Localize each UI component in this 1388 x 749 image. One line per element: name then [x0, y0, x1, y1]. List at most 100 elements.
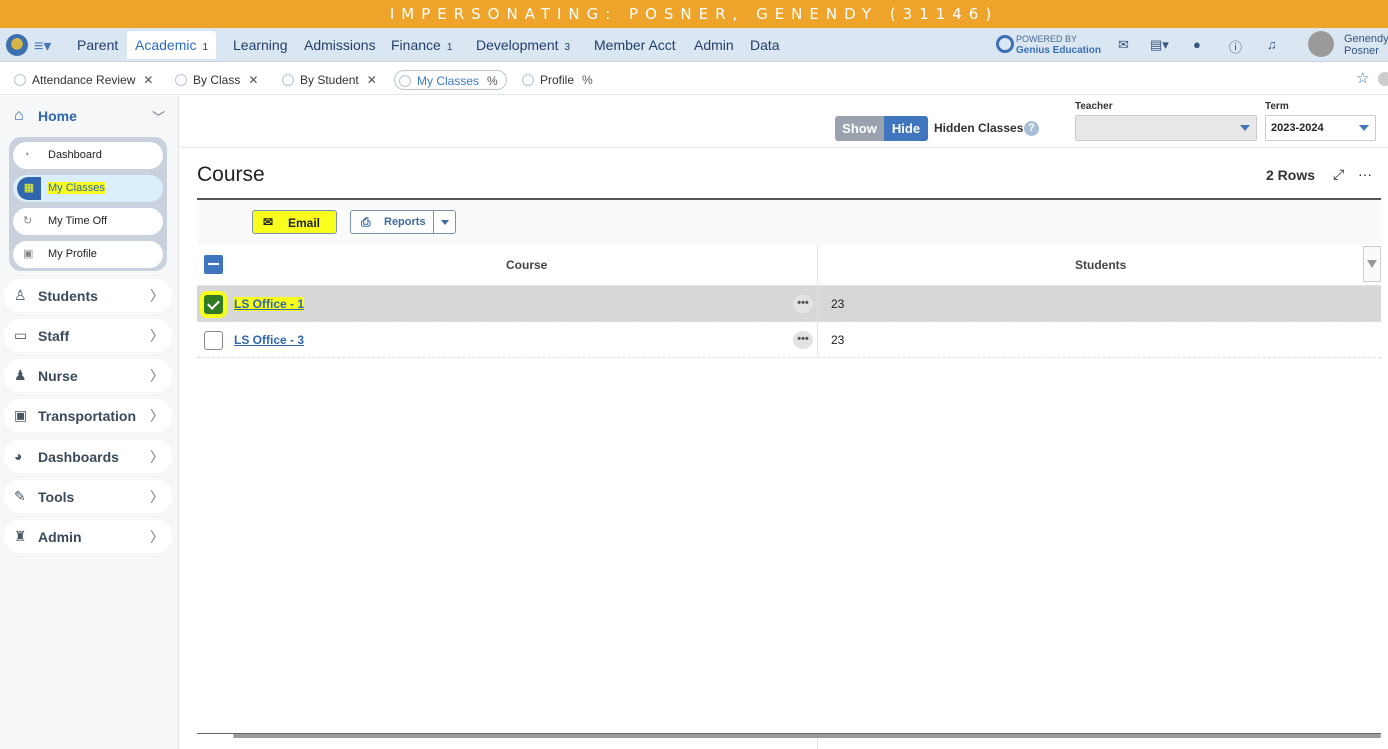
row-actions-icon[interactable]: ••• [793, 295, 813, 313]
tab-attendance-review[interactable]: Attendance Review ✕ [10, 70, 153, 90]
dashboards-icon: ◕ [14, 448, 23, 464]
sidebar-item-students[interactable]: ♙ Students 〉 [4, 279, 172, 312]
tab-icon [14, 74, 26, 86]
nav-parent[interactable]: Parent [69, 31, 126, 59]
tab-icon [175, 74, 187, 86]
filter-icon[interactable] [1363, 246, 1381, 282]
home-submenu: ◔ Dashboard ▦ My Classes ↻ My Time Off ▣ My … [9, 137, 167, 271]
tab-by-class[interactable]: By Class ✕ [171, 70, 258, 90]
close-icon[interactable]: ✕ [248, 73, 258, 87]
chevron-right-icon: 〉 [150, 408, 164, 424]
chevron-right-icon: 〉 [150, 328, 164, 344]
nav-finance[interactable]: Finance 1 [383, 31, 460, 59]
sidebar-home[interactable]: ⌂ Home ﹀ [4, 102, 172, 132]
bell-icon[interactable]: ♫ [1267, 37, 1277, 52]
more-options-icon[interactable]: ··· [1358, 166, 1372, 182]
chevron-right-icon: 〉 [150, 449, 164, 465]
printer-icon: ⎙ [361, 215, 371, 229]
course-link[interactable]: LS Office - 1 [234, 297, 305, 311]
tab-profile[interactable]: Profile% [518, 70, 593, 90]
school-logo-icon[interactable] [6, 34, 28, 56]
profile-icon: ▣ [23, 248, 34, 260]
dashboard-icon: ◔ [23, 149, 30, 161]
teacher-label: Teacher [1075, 101, 1113, 112]
nav-badge: 3 [564, 42, 571, 53]
sidebar-item-staff[interactable]: ▭ Staff 〉 [4, 319, 172, 352]
students-count: 23 [831, 333, 845, 347]
pin-icon[interactable]: % [487, 74, 498, 88]
column-header-students[interactable]: Students [1075, 258, 1126, 272]
term-select[interactable]: 2023-2024 [1265, 115, 1376, 141]
wrench-icon: ✎ [14, 488, 26, 504]
sidebar-item-nurse[interactable]: ♟ Nurse 〉 [4, 359, 172, 392]
reports-button[interactable]: ⎙ Reports [350, 210, 456, 234]
course-link[interactable]: LS Office - 3 [234, 333, 304, 347]
row-checkbox[interactable] [204, 295, 223, 314]
sidebar-item-my-classes[interactable]: ▦ My Classes [13, 175, 163, 202]
star-icon[interactable]: ☆ [1356, 69, 1369, 87]
help-icon[interactable]: ? [1024, 121, 1039, 136]
sidebar-item-dashboards[interactable]: ◕ Dashboards 〉 [4, 440, 172, 473]
scrollbar-thumb[interactable] [233, 734, 1381, 738]
hide-hidden-button[interactable]: Hide [884, 116, 928, 141]
mail-icon[interactable]: ✉ [1118, 37, 1129, 53]
select-all-checkbox[interactable] [204, 255, 223, 274]
nav-member-acct[interactable]: Member Acct [586, 31, 684, 59]
sidebar-item-my-profile[interactable]: ▣ My Profile [13, 241, 163, 268]
nurse-icon: ♟ [14, 367, 27, 383]
nav-academic[interactable]: Academic 1 [127, 31, 217, 59]
column-divider [817, 244, 818, 358]
sidebar-item-tools[interactable]: ✎ Tools 〉 [4, 480, 172, 513]
horizontal-scrollbar[interactable] [197, 733, 1381, 738]
more-icon[interactable] [1378, 72, 1388, 86]
column-header-course[interactable]: Course [506, 258, 547, 272]
user-name[interactable]: Genendy Posner [1344, 33, 1388, 57]
genius-logo-icon [996, 35, 1014, 53]
row-actions-icon[interactable]: ••• [793, 331, 813, 349]
sidebar-item-dashboard[interactable]: ◔ Dashboard [13, 142, 163, 169]
documents-icon[interactable]: ▤▾ [1150, 37, 1169, 53]
students-icon: ♙ [14, 287, 27, 303]
nav-badge: 1 [202, 42, 209, 53]
email-button[interactable]: ✉ Email [252, 210, 337, 234]
staff-icon: ▭ [14, 327, 28, 343]
sidebar-item-my-time-off[interactable]: ↻ My Time Off [13, 208, 163, 235]
nav-learning[interactable]: Learning [225, 31, 296, 59]
tab-icon [282, 74, 294, 86]
nav-admin[interactable]: Admin [686, 31, 742, 59]
teacher-select[interactable] [1075, 115, 1257, 141]
avatar[interactable] [1308, 31, 1334, 57]
nav-admissions[interactable]: Admissions [296, 31, 384, 59]
table-row[interactable]: LS Office - 3 ••• 23 [197, 322, 1381, 358]
expand-icon[interactable]: ⤢ [1333, 166, 1344, 183]
grid-header: Course Students [197, 244, 1381, 286]
pin-icon[interactable]: % [582, 73, 593, 87]
chat-icon[interactable]: ● [1193, 37, 1201, 52]
students-count: 23 [831, 297, 845, 311]
sidebar-item-transportation[interactable]: ▣ Transportation 〉 [4, 399, 172, 432]
chevron-down-icon [1240, 125, 1250, 131]
home-icon: ⌂ [14, 107, 24, 124]
close-icon[interactable]: ✕ [143, 73, 153, 87]
menu-icon[interactable]: ≡▾ [34, 36, 51, 56]
chevron-right-icon: 〉 [150, 489, 164, 505]
sidebar-item-admin[interactable]: ♜ Admin 〉 [4, 520, 172, 553]
chevron-right-icon: 〉 [150, 288, 164, 304]
table-row[interactable]: LS Office - 1 ••• 23 [197, 286, 1381, 322]
tab-strip: Attendance Review ✕ By Class ✕ By Student ✕… [0, 63, 1388, 95]
admin-icon: ♜ [14, 528, 27, 544]
tab-my-classes[interactable]: My Classes% [394, 70, 507, 90]
tab-by-student[interactable]: By Student ✕ [278, 70, 377, 90]
chevron-down-icon[interactable] [441, 220, 449, 225]
tab-icon [399, 75, 411, 87]
chevron-right-icon: 〉 [150, 368, 164, 384]
nav-data[interactable]: Data [742, 31, 788, 59]
nav-development[interactable]: Development 3 [468, 31, 578, 59]
close-icon[interactable]: ✕ [367, 73, 377, 87]
column-divider [817, 738, 818, 749]
filter-bar: Show Hide Hidden Classes ? Teacher Term … [180, 96, 1388, 148]
show-hidden-button[interactable]: Show [835, 116, 884, 141]
help-icon[interactable]: ⓘ [1229, 37, 1242, 56]
row-checkbox[interactable] [204, 331, 223, 350]
rows-count: 2 Rows [1266, 167, 1316, 183]
